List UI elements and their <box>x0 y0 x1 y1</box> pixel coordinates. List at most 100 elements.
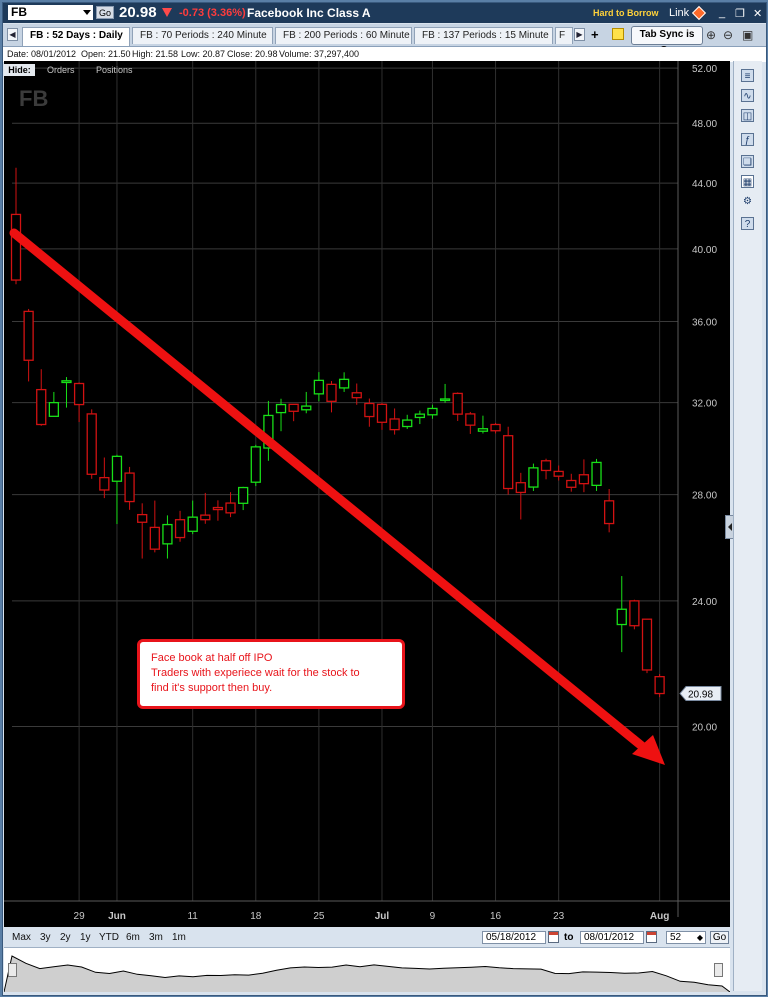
orders-toggle[interactable]: Orders <box>47 65 75 75</box>
zoom-in-icon[interactable]: ⊕ <box>706 28 716 42</box>
candle[interactable] <box>86 409 97 479</box>
range-ytd[interactable]: YTD <box>99 932 119 943</box>
tab-52-days-daily[interactable]: FB : 52 Days : Daily <box>22 27 130 46</box>
candle[interactable] <box>402 414 413 429</box>
candle[interactable] <box>137 503 148 559</box>
date-to-input[interactable]: 08/01/2012 <box>580 931 644 944</box>
hide-button[interactable]: Hide: <box>4 64 35 76</box>
candle[interactable] <box>250 444 261 487</box>
overlay-icon[interactable]: ❏ <box>741 155 754 168</box>
candle[interactable] <box>225 492 236 518</box>
zoom-out-icon[interactable]: ⊖ <box>723 28 733 42</box>
candle[interactable] <box>490 422 501 434</box>
link-color-icon[interactable] <box>691 5 707 21</box>
close-button[interactable]: ✕ <box>753 7 762 20</box>
candle[interactable] <box>338 372 350 392</box>
candle[interactable] <box>174 510 186 542</box>
candle[interactable] <box>616 576 627 653</box>
candle[interactable] <box>654 674 665 698</box>
tab-sync-button[interactable]: Tab Sync is On <box>631 26 703 56</box>
range-2y[interactable]: 2y <box>60 932 71 943</box>
range-6m[interactable]: 6m <box>126 932 140 943</box>
annotation-callout[interactable]: Face book at half off IPO Traders with e… <box>137 639 405 709</box>
candle[interactable] <box>528 463 539 491</box>
tab-137-periods-15-minute[interactable]: FB : 137 Periods : 15 Minute <box>414 27 553 44</box>
candle[interactable] <box>212 500 224 521</box>
color-grid-icon[interactable]: ▦ <box>741 175 754 188</box>
periods-stepper[interactable]: 52 ◆ <box>666 931 706 944</box>
tab-70-periods-240-minute[interactable]: FB : 70 Periods : 240 Minute <box>132 27 273 44</box>
candle[interactable] <box>238 486 249 511</box>
candle[interactable] <box>288 403 299 422</box>
tab-overflow[interactable]: F <box>555 27 573 44</box>
candle[interactable] <box>439 383 451 403</box>
candle[interactable] <box>149 500 160 553</box>
candle[interactable] <box>427 404 438 419</box>
tab-scroll-right-icon[interactable]: ▶ <box>574 28 585 41</box>
navigator-right-handle[interactable] <box>714 963 723 977</box>
range-max[interactable]: Max <box>12 932 31 943</box>
indicator-icon[interactable]: ƒ <box>741 133 754 146</box>
candle[interactable] <box>641 618 653 674</box>
chart-settings-icon[interactable]: ◫ <box>741 109 754 122</box>
candle[interactable] <box>313 372 325 402</box>
candle[interactable] <box>187 500 198 535</box>
navigator-left-handle[interactable] <box>8 963 17 977</box>
chevron-down-icon[interactable] <box>83 10 91 15</box>
help-icon[interactable]: ? <box>741 217 754 230</box>
positions-toggle[interactable]: Positions <box>96 65 133 75</box>
candle[interactable] <box>351 383 362 405</box>
candle[interactable] <box>275 398 287 432</box>
candle[interactable] <box>200 492 211 524</box>
candle[interactable] <box>465 411 476 434</box>
link-label[interactable]: Link <box>669 7 689 19</box>
restore-button[interactable]: ❐ <box>735 7 745 20</box>
price-chart[interactable]: 29Jun111825Jul91623Aug 56.0052.0048.0044… <box>4 61 730 927</box>
candle[interactable] <box>36 369 47 426</box>
candle[interactable] <box>566 473 577 492</box>
candle[interactable] <box>111 454 123 525</box>
candle[interactable] <box>553 465 564 481</box>
candle[interactable] <box>503 426 514 495</box>
candle[interactable] <box>263 400 274 461</box>
candle[interactable] <box>603 489 615 533</box>
candle[interactable] <box>452 392 463 421</box>
candle[interactable] <box>10 167 22 285</box>
tab-200-periods-60-minute[interactable]: FB : 200 Periods : 60 Minute <box>275 27 412 44</box>
candle[interactable] <box>515 472 526 520</box>
minimize-button[interactable]: _ <box>719 7 725 19</box>
candle[interactable] <box>591 458 602 491</box>
candle[interactable] <box>376 402 388 430</box>
calendar-to-icon[interactable] <box>646 931 657 943</box>
candle[interactable] <box>326 381 337 413</box>
candle[interactable] <box>389 408 400 435</box>
add-tab-button[interactable]: + <box>591 27 599 42</box>
candle[interactable] <box>23 308 34 382</box>
save-icon[interactable]: ▣ <box>742 28 753 42</box>
candle[interactable] <box>578 459 590 493</box>
date-from-input[interactable]: 05/18/2012 <box>482 931 546 944</box>
candle[interactable] <box>124 466 135 510</box>
candle[interactable] <box>162 515 173 559</box>
candle[interactable] <box>477 415 489 434</box>
candle[interactable] <box>48 391 60 417</box>
candle[interactable] <box>629 599 640 630</box>
candle[interactable] <box>540 458 552 480</box>
go-button[interactable]: Go <box>96 6 114 19</box>
range-3y[interactable]: 3y <box>40 932 51 943</box>
range-1m[interactable]: 1m <box>172 932 186 943</box>
candle[interactable] <box>99 457 110 499</box>
spinner-icon[interactable]: ◆ <box>697 932 703 944</box>
chart-type-icon[interactable]: ≡ <box>741 69 754 82</box>
calendar-from-icon[interactable] <box>548 931 559 943</box>
tab-scroll-left-icon[interactable]: ◀ <box>7 28 18 41</box>
sticky-note-icon[interactable] <box>612 28 624 40</box>
symbol-input[interactable]: FB <box>8 5 93 20</box>
line-chart-icon[interactable]: ∿ <box>741 89 754 102</box>
candle[interactable] <box>414 410 425 425</box>
candle[interactable] <box>73 382 85 423</box>
range-3m[interactable]: 3m <box>149 932 163 943</box>
go-range-button[interactable]: Go <box>710 931 729 944</box>
range-1y[interactable]: 1y <box>80 932 91 943</box>
chart-navigator[interactable] <box>3 947 731 993</box>
